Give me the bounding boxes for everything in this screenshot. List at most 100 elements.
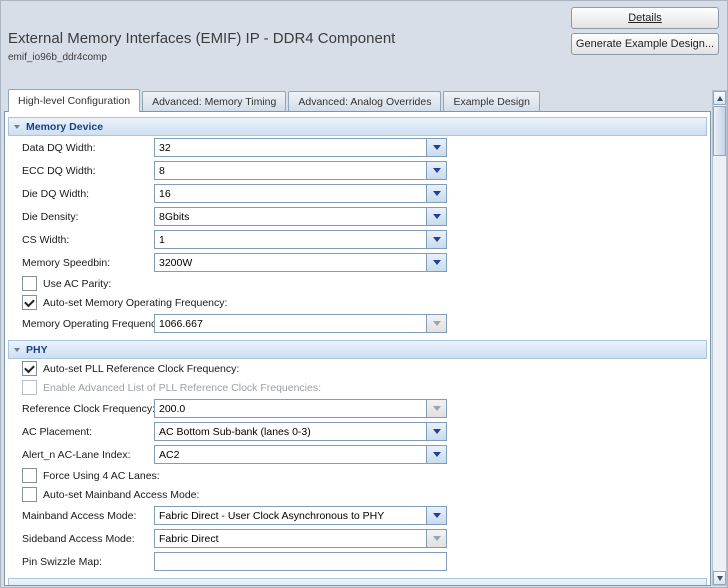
dropdown-arrow-icon — [433, 429, 441, 434]
checkbox-auto-set-memory-operating-frequency[interactable] — [22, 295, 37, 310]
tab-advanced-analog-overrides[interactable]: Advanced: Analog Overrides — [288, 91, 441, 111]
dropdown-value: AC2 — [154, 445, 427, 464]
tab-high-level-configuration[interactable]: High-level Configuration — [8, 89, 140, 112]
row-memory-speedbin: Memory Speedbin:3200W — [5, 251, 710, 274]
dropdown-value: Fabric Direct - User Clock Asynchronous … — [154, 506, 427, 525]
section-header-phy[interactable]: PHY — [8, 340, 707, 359]
dropdown-arrow-icon — [433, 168, 441, 173]
dropdown-arrow-button[interactable] — [427, 138, 447, 157]
dropdown-sideband-access-mode: Fabric Direct — [154, 529, 447, 548]
dropdown-arrow-icon — [433, 321, 441, 326]
row-die-dq-width: Die DQ Width:16 — [5, 182, 710, 205]
generate-button-label: Generate Example Design... — [576, 38, 714, 50]
field-label: Data DQ Width: — [22, 142, 154, 154]
dropdown-mainband-access-mode[interactable]: Fabric Direct - User Clock Asynchronous … — [154, 506, 447, 525]
dropdown-arrow-button[interactable] — [427, 230, 447, 249]
dropdown-alert-n-ac-lane-index[interactable]: AC2 — [154, 445, 447, 464]
field-label: Reference Clock Frequency: — [22, 403, 154, 415]
dropdown-value: 32 — [154, 138, 427, 157]
checkbox-use-ac-parity[interactable] — [22, 276, 37, 291]
dropdown-arrow-button[interactable] — [427, 207, 447, 226]
scroll-up-button[interactable] — [713, 91, 726, 105]
scrollbar-thumb[interactable] — [713, 106, 726, 156]
field-label: Die Density: — [22, 211, 154, 223]
collapse-arrow-icon — [14, 586, 20, 587]
row-mainband-access-mode: Mainband Access Mode:Fabric Direct - Use… — [5, 504, 710, 527]
checkbox-force-using-4-ac-lanes[interactable] — [22, 468, 37, 483]
row-pin-swizzle-map: Pin Swizzle Map: — [5, 550, 710, 573]
field-label: Memory Operating Frequency: — [22, 318, 154, 330]
row-reference-clock-frequency: Reference Clock Frequency:200.0 — [5, 397, 710, 420]
row-ac-placement: AC Placement:AC Bottom Sub-bank (lanes 0… — [5, 420, 710, 443]
field-label: Die DQ Width: — [22, 188, 154, 200]
content-area: Memory DeviceData DQ Width:32ECC DQ Widt… — [4, 111, 711, 586]
generate-example-design-button[interactable]: Generate Example Design... — [571, 33, 719, 55]
section-title: PHY — [26, 344, 48, 356]
checkbox-auto-set-mainband-access-mode[interactable] — [22, 487, 37, 502]
dropdown-arrow-icon — [433, 145, 441, 150]
dropdown-arrow-button[interactable] — [427, 422, 447, 441]
dropdown-arrow-icon — [433, 260, 441, 265]
field-label: AC Placement: — [22, 426, 154, 438]
dropdown-arrow-button[interactable] — [427, 445, 447, 464]
details-button[interactable]: Details — [571, 7, 719, 29]
checkbox-label: Auto-set Memory Operating Frequency: — [43, 297, 227, 309]
row-die-density: Die Density:8Gbits — [5, 205, 710, 228]
dropdown-value: 3200W — [154, 253, 427, 272]
dropdown-arrow-button[interactable] — [427, 506, 447, 525]
dropdown-ac-placement[interactable]: AC Bottom Sub-bank (lanes 0-3) — [154, 422, 447, 441]
dropdown-value: AC Bottom Sub-bank (lanes 0-3) — [154, 422, 427, 441]
dropdown-value: Fabric Direct — [154, 529, 427, 548]
row-alert-n-ac-lane-index: Alert_n AC-Lane Index:AC2 — [5, 443, 710, 466]
tab-bar: High-level ConfigurationAdvanced: Memory… — [4, 90, 711, 112]
collapse-arrow-icon — [14, 125, 20, 129]
row-cs-width: CS Width:1 — [5, 228, 710, 251]
dropdown-arrow-button — [427, 399, 447, 418]
tab-example-design[interactable]: Example Design — [443, 91, 539, 111]
row-auto-set-memory-operating-frequency: Auto-set Memory Operating Frequency: — [5, 293, 710, 312]
section-title: Memory Device — [26, 121, 103, 133]
dropdown-arrow-icon — [433, 191, 441, 196]
dropdown-memory-speedbin[interactable]: 3200W — [154, 253, 447, 272]
scroll-down-icon — [717, 576, 723, 581]
checkbox-label: Enable Advanced List of PLL Reference Cl… — [43, 382, 321, 394]
row-auto-set-mainband-access-mode: Auto-set Mainband Access Mode: — [5, 485, 710, 504]
page-title: External Memory Interfaces (EMIF) IP - D… — [8, 30, 395, 47]
row-auto-set-pll-reference-clock-frequency: Auto-set PLL Reference Clock Frequency: — [5, 359, 710, 378]
row-memory-operating-frequency: Memory Operating Frequency:1066.667 — [5, 312, 710, 335]
row-ecc-dq-width: ECC DQ Width:8 — [5, 159, 710, 182]
dropdown-data-dq-width[interactable]: 32 — [154, 138, 447, 157]
input-pin-swizzle-map[interactable] — [154, 552, 447, 571]
row-force-using-4-ac-lanes: Force Using 4 AC Lanes: — [5, 466, 710, 485]
dropdown-value: 16 — [154, 184, 427, 203]
dropdown-arrow-icon — [433, 406, 441, 411]
dropdown-cs-width[interactable]: 1 — [154, 230, 447, 249]
checkbox-label: Force Using 4 AC Lanes: — [43, 470, 160, 482]
checkbox-label: Auto-set PLL Reference Clock Frequency: — [43, 363, 239, 375]
dropdown-arrow-button[interactable] — [427, 161, 447, 180]
field-label: Sideband Access Mode: — [22, 533, 154, 545]
checkbox-auto-set-pll-reference-clock-frequency[interactable] — [22, 361, 37, 376]
dropdown-arrow-icon — [433, 536, 441, 541]
scroll-down-button[interactable] — [713, 571, 726, 585]
dropdown-value: 8Gbits — [154, 207, 427, 226]
dropdown-arrow-button[interactable] — [427, 253, 447, 272]
checkbox-enable-advanced-list-of-pll-reference-clock-frequencies — [22, 380, 37, 395]
dropdown-value: 200.0 — [154, 399, 427, 418]
dropdown-arrow-button[interactable] — [427, 184, 447, 203]
field-label: Memory Speedbin: — [22, 257, 154, 269]
section-header-memory-device[interactable]: Memory Device — [8, 117, 707, 136]
dropdown-die-dq-width[interactable]: 16 — [154, 184, 447, 203]
dropdown-arrow-button — [427, 314, 447, 333]
dropdown-arrow-icon — [433, 214, 441, 219]
dropdown-die-density[interactable]: 8Gbits — [154, 207, 447, 226]
checkbox-label: Use AC Parity: — [43, 278, 111, 290]
dropdown-ecc-dq-width[interactable]: 8 — [154, 161, 447, 180]
dropdown-value: 1 — [154, 230, 427, 249]
row-data-dq-width: Data DQ Width:32 — [5, 136, 710, 159]
section-header-partial[interactable] — [8, 578, 707, 586]
tab-advanced-memory-timing[interactable]: Advanced: Memory Timing — [142, 91, 286, 111]
dropdown-arrow-icon — [433, 237, 441, 242]
row-use-ac-parity: Use AC Parity: — [5, 274, 710, 293]
vertical-scrollbar[interactable] — [712, 90, 727, 586]
